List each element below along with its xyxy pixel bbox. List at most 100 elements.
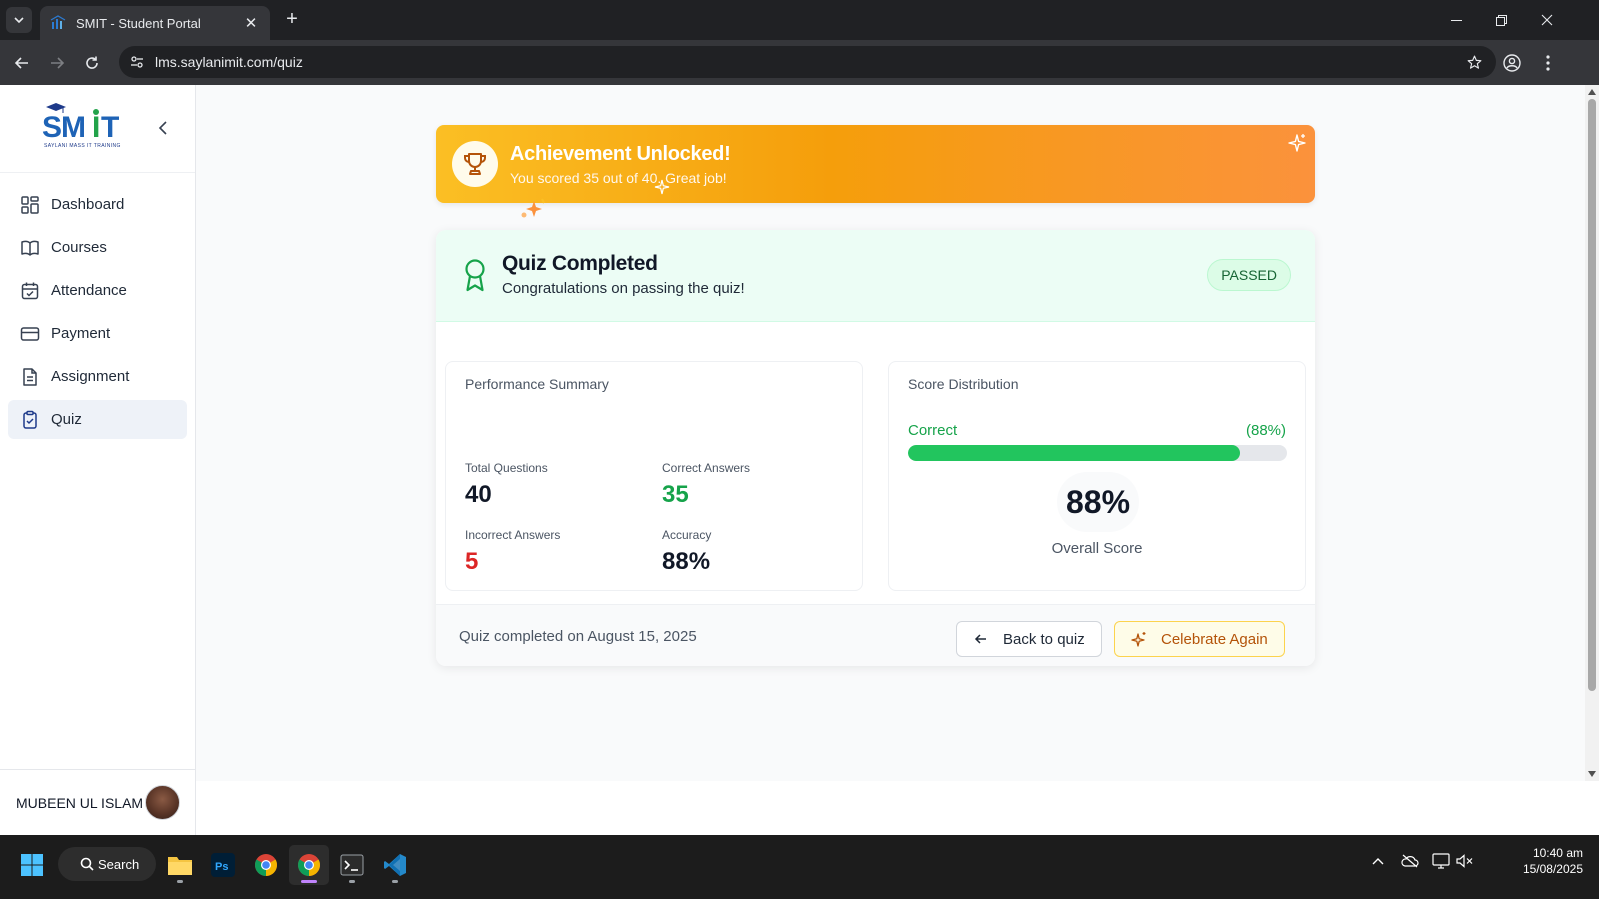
browser-tab-bar: SMIT - Student Portal ✕ + — [0, 0, 1599, 40]
onedrive-status[interactable] — [1398, 849, 1422, 873]
profile-button[interactable] — [1497, 48, 1527, 78]
cloud-off-icon — [1401, 854, 1419, 868]
correct-percentage: (88%) — [1245, 422, 1286, 439]
chrome-icon — [298, 854, 320, 876]
sidebar-item-label: Payment — [51, 325, 111, 342]
arrow-left-icon — [14, 57, 28, 69]
sparkles-icon — [1288, 134, 1306, 152]
page-viewport: SM I T SAYLANI MASS IT TRAINING Dashboar… — [0, 85, 1599, 835]
sidebar-item-payment[interactable]: Payment — [8, 314, 187, 353]
running-indicator — [177, 880, 183, 883]
result-footer: Quiz completed on August 15, 2025 Back t… — [436, 604, 1315, 666]
arrow-right-icon — [51, 57, 65, 69]
tab-close-icon[interactable]: ✕ — [242, 14, 260, 32]
result-subtitle: Congratulations on passing the quiz! — [502, 280, 745, 297]
back-nav-button[interactable] — [7, 48, 37, 78]
start-button[interactable] — [12, 845, 52, 885]
back-to-quiz-button[interactable]: Back to quiz — [956, 621, 1102, 657]
chevron-down-icon — [14, 17, 24, 24]
overall-score-label: Overall Score — [1051, 540, 1143, 557]
svg-text:SM: SM — [42, 111, 85, 144]
browser-tab[interactable]: SMIT - Student Portal ✕ — [40, 6, 270, 40]
avatar[interactable] — [145, 785, 180, 820]
sidebar-user-footer[interactable]: MUBEEN UL ISLAM — [0, 769, 196, 835]
network-status[interactable] — [1429, 849, 1453, 873]
restore-button[interactable] — [1478, 0, 1524, 40]
stat-label: Correct Answers — [662, 461, 751, 475]
photoshop-button[interactable]: Ps — [203, 845, 243, 885]
close-window-button[interactable] — [1524, 0, 1570, 40]
sidebar-nav: Dashboard Courses Attendance Payment Ass… — [0, 173, 195, 439]
award-icon — [465, 259, 485, 292]
windows-logo-icon — [21, 854, 43, 876]
stat-label: Accuracy — [662, 528, 712, 542]
close-icon — [1541, 14, 1553, 26]
bookmark-button[interactable] — [1460, 48, 1488, 76]
vscode-button[interactable] — [375, 845, 415, 885]
site-info-button[interactable] — [123, 48, 151, 76]
stat-accuracy: Accuracy 88% — [662, 528, 711, 576]
restore-icon — [1495, 14, 1507, 26]
forward-nav-button[interactable] — [42, 48, 72, 78]
quiz-result-card: Quiz Completed Congratulations on passin… — [436, 230, 1315, 666]
achievement-banner: Achievement Unlocked! You scored 35 out … — [436, 125, 1315, 203]
page-bottom-area — [196, 781, 1599, 835]
tab-search-button[interactable] — [6, 7, 32, 33]
file-text-icon — [23, 367, 37, 386]
windows-taskbar: Search Ps 10:40 am 15/08/2025 — [0, 835, 1599, 899]
button-label: Back to quiz — [1003, 630, 1085, 648]
stat-label: Incorrect Answers — [465, 528, 561, 542]
clock-time: 10:40 am — [1532, 846, 1583, 860]
system-clock[interactable]: 10:40 am 15/08/2025 — [1523, 845, 1583, 877]
chrome-button[interactable] — [246, 845, 286, 885]
profile-icon — [1503, 54, 1521, 72]
smit-logo[interactable]: SM I T SAYLANI MASS IT TRAINING — [40, 103, 124, 153]
score-progress-fill — [908, 445, 1240, 461]
sidebar-item-dashboard[interactable]: Dashboard — [8, 185, 187, 224]
stat-label: Total Questions — [465, 461, 548, 475]
sparkle-decoration-icon — [654, 179, 670, 195]
browser-toolbar: lms.saylanimit.com/quiz — [0, 40, 1599, 85]
running-indicator — [392, 880, 398, 883]
minimize-button[interactable] — [1433, 0, 1479, 40]
search-label: Search — [98, 856, 140, 872]
score-distribution-panel: Score Distribution Correct (88%) 88% Ove… — [888, 361, 1306, 591]
svg-text:SAYLANI MASS IT TRAINING: SAYLANI MASS IT TRAINING — [44, 143, 121, 149]
sidebar-item-label: Attendance — [51, 282, 127, 299]
sidebar-item-assignment[interactable]: Assignment — [8, 357, 187, 396]
stat-value: 5 — [465, 548, 479, 575]
chrome-active-button[interactable] — [289, 845, 329, 885]
minimize-icon — [1450, 19, 1462, 21]
scrollbar-thumb[interactable] — [1588, 99, 1596, 691]
browser-menu-button[interactable] — [1533, 48, 1563, 78]
address-bar[interactable]: lms.saylanimit.com/quiz — [119, 46, 1496, 78]
file-explorer-button[interactable] — [160, 845, 200, 885]
performance-summary-panel: Performance Summary Total Questions 40 C… — [445, 361, 863, 591]
terminal-button[interactable] — [332, 845, 372, 885]
sidebar-item-label: Quiz — [51, 411, 82, 428]
button-label: Celebrate Again — [1161, 630, 1268, 648]
photoshop-icon: Ps — [211, 853, 235, 877]
scroll-up-arrow[interactable] — [1588, 89, 1596, 95]
tab-title: SMIT - Student Portal — [76, 15, 201, 31]
svg-text:Ps: Ps — [215, 861, 228, 873]
sidebar-item-quiz[interactable]: Quiz — [8, 400, 187, 439]
banner-title: Achievement Unlocked! — [510, 143, 731, 165]
vscode-icon — [384, 854, 406, 876]
calendar-check-icon — [21, 282, 39, 299]
taskbar-search[interactable]: Search — [58, 847, 156, 881]
score-progress-bar — [908, 445, 1287, 461]
collapse-sidebar-icon[interactable] — [155, 119, 173, 137]
star-icon — [1467, 55, 1481, 69]
page-scrollbar[interactable] — [1585, 85, 1599, 781]
sidebar-item-attendance[interactable]: Attendance — [8, 271, 187, 310]
sidebar-item-courses[interactable]: Courses — [8, 228, 187, 267]
reload-button[interactable] — [77, 48, 107, 78]
volume-status[interactable] — [1453, 849, 1477, 873]
show-hidden-icons-button[interactable] — [1366, 849, 1390, 873]
scroll-down-arrow[interactable] — [1588, 771, 1596, 777]
user-name: MUBEEN UL ISLAM — [16, 794, 144, 811]
celebrate-again-button[interactable]: Celebrate Again — [1114, 621, 1285, 657]
new-tab-button[interactable]: + — [280, 8, 304, 32]
url-text[interactable]: lms.saylanimit.com/quiz — [155, 54, 1460, 70]
